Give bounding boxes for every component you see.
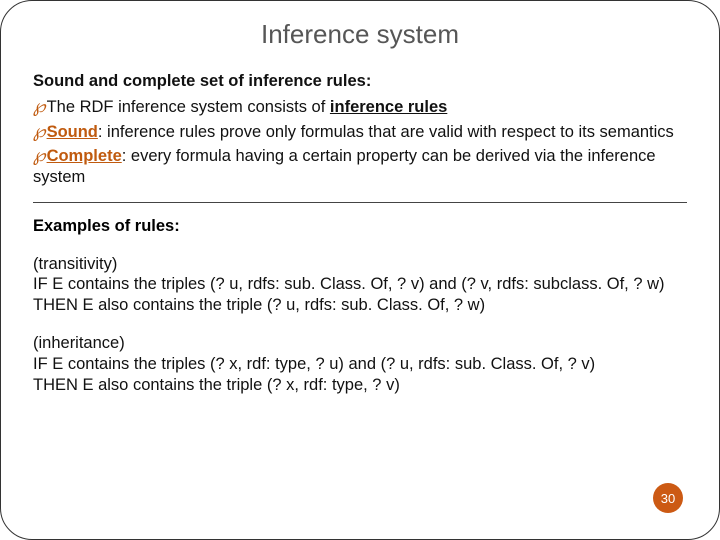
page-number-badge: 30 — [653, 483, 683, 513]
rule-1-name: (transitivity) — [33, 254, 687, 275]
bullet-2-keyword: Sound — [47, 123, 98, 141]
rule-transitivity: (transitivity) IF E contains the triples… — [33, 254, 687, 316]
bullet-glyph-icon: ℘ — [33, 96, 43, 116]
bullet-glyph-icon: ℘ — [33, 121, 43, 141]
bullet-glyph-icon: ℘ — [33, 145, 43, 165]
rule-2-line-2: THEN E also contains the triple (? x, rd… — [33, 375, 687, 396]
bullet-2: ℘Sound: inference rules prove only formu… — [33, 120, 687, 143]
rule-inheritance: (inheritance) IF E contains the triples … — [33, 333, 687, 395]
bullet-3: ℘Complete: every formula having a certai… — [33, 144, 687, 187]
rule-1-line-1: IF E contains the triples (? u, rdfs: su… — [33, 274, 687, 295]
divider-line — [33, 202, 687, 203]
rule-2-name: (inheritance) — [33, 333, 687, 354]
rule-2-line-1: IF E contains the triples (? x, rdf: typ… — [33, 354, 687, 375]
bullet-3-text: : every formula having a certain propert… — [33, 147, 656, 186]
bullet-1-text-pre: The RDF inference system consists of — [47, 98, 330, 116]
slide-frame: Inference system Sound and complete set … — [0, 0, 720, 540]
bullet-1-keyword: inference rules — [330, 98, 447, 116]
rule-1-line-2: THEN E also contains the triple (? u, rd… — [33, 295, 687, 316]
bullet-2-text: : inference rules prove only formulas th… — [98, 123, 674, 141]
bullet-1: ℘The RDF inference system consists of in… — [33, 95, 687, 118]
bullet-3-keyword: Complete — [47, 147, 122, 165]
examples-heading: Examples of rules: — [33, 217, 687, 236]
slide-title: Inference system — [33, 19, 687, 50]
section-heading: Sound and complete set of inference rule… — [33, 72, 687, 91]
